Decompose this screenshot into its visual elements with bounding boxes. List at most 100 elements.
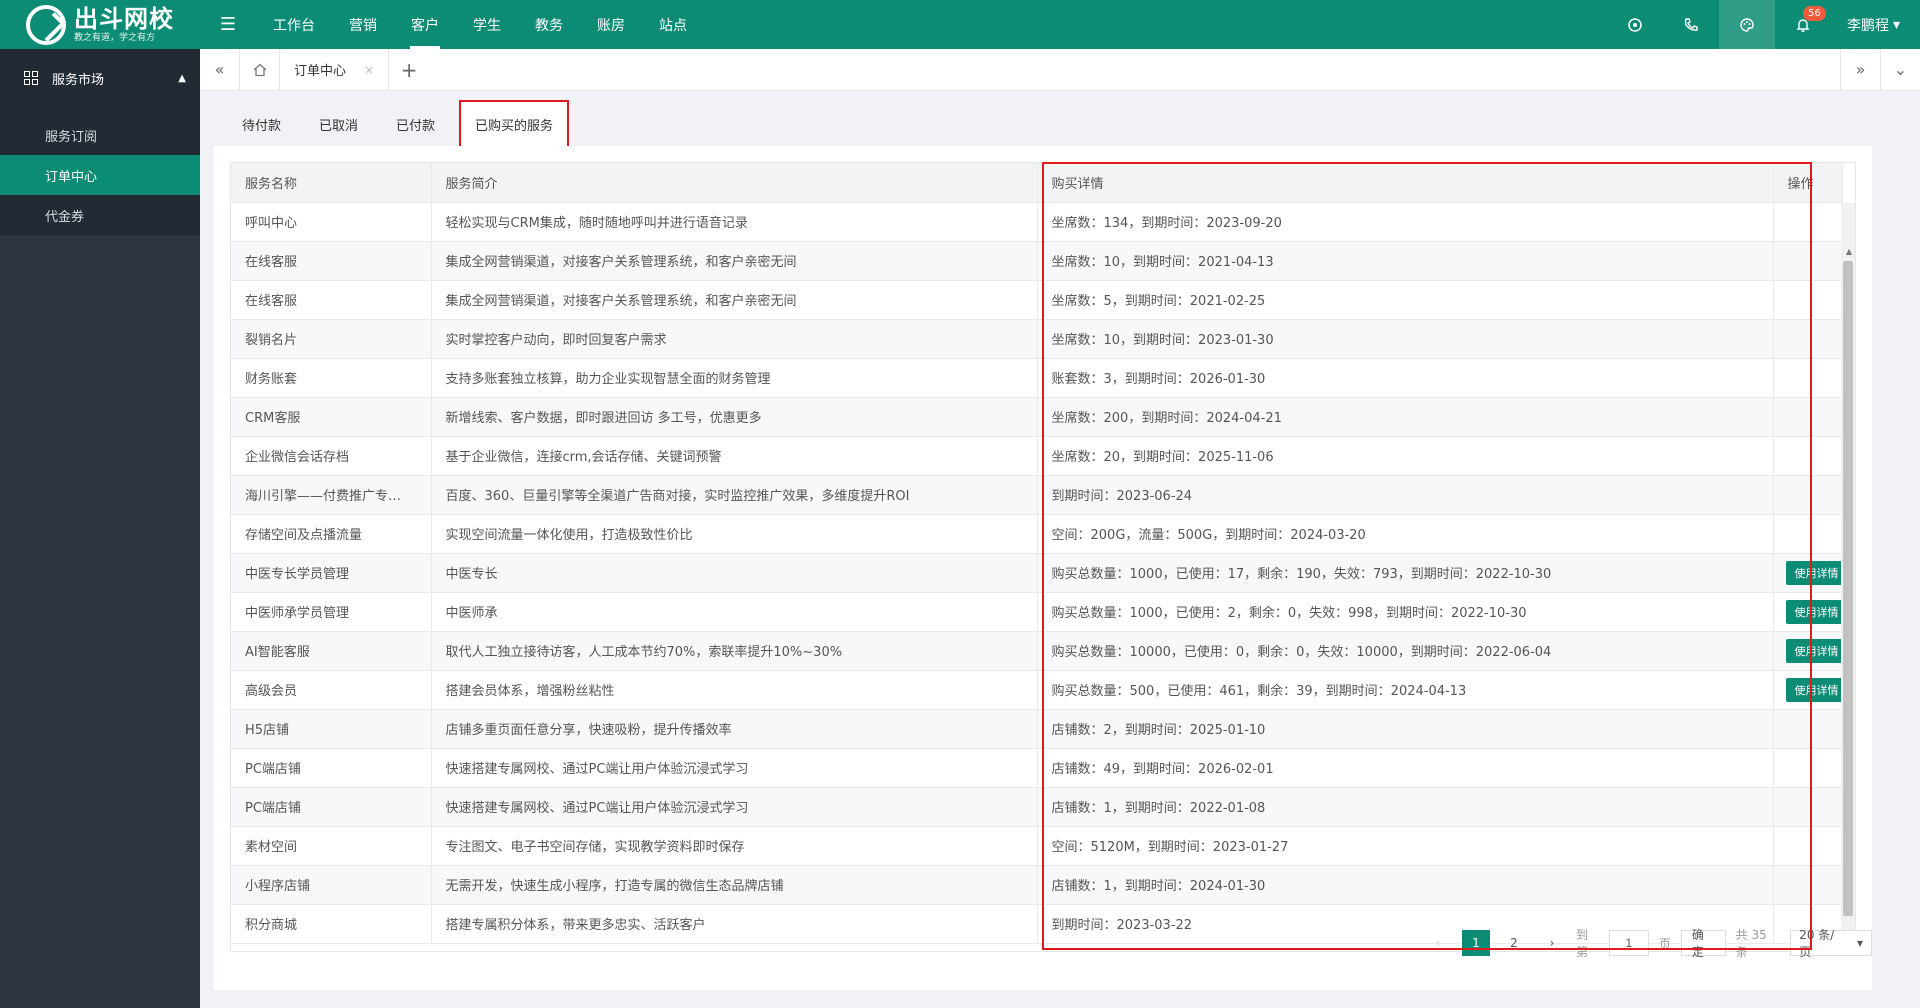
brand-logo[interactable]: 出斗网校 教之有道，学之有方 bbox=[0, 0, 200, 49]
cell-service-name: PC端店铺 bbox=[231, 787, 432, 827]
double-chevron-right-icon[interactable]: » bbox=[1840, 49, 1880, 90]
add-tab-icon[interactable]: + bbox=[389, 49, 429, 90]
cell-service-desc: 集成全网营销渠道，对接客户关系管理系统，和客户亲密无间 bbox=[431, 280, 1038, 320]
sidebar-item-vouchers[interactable]: 代金券 bbox=[0, 195, 200, 235]
tab-paid[interactable]: 已付款 bbox=[382, 105, 449, 143]
brand-title: 出斗网校 bbox=[74, 4, 174, 33]
table-row: H5店铺 店铺多重页面任意分享，快速吸粉，提升传播效率 店铺数：2，到期时间：202… bbox=[231, 709, 1843, 749]
chevron-down-icon[interactable]: ⌄ bbox=[1880, 49, 1920, 90]
sidebar-item-service-subscription[interactable]: 服务订阅 bbox=[0, 115, 200, 155]
nav-item-student[interactable]: 学生 bbox=[456, 0, 518, 49]
notification-badge: 56 bbox=[1802, 6, 1826, 21]
cell-purchase-detail: 店铺数：1，到期时间：2022-01-08 bbox=[1037, 787, 1774, 827]
cell-action bbox=[1773, 748, 1843, 788]
page-size-select[interactable]: 20 条/页 ▾ bbox=[1790, 928, 1873, 959]
goto-page-input[interactable] bbox=[1608, 930, 1649, 956]
main-content: 待付款 已取消 已付款 已购买的服务 服务名称 服务简介 购买详情 操作 呼叫中… bbox=[214, 92, 1920, 1008]
logo-icon bbox=[26, 4, 66, 45]
cell-service-name: H5店铺 bbox=[231, 709, 432, 749]
table-row: 素材空间 专注图文、电子书空间存储，实现教学资料即时保存 空间：5120M，到期时间… bbox=[231, 826, 1843, 866]
table-scrollbar[interactable]: ▲ ▼ bbox=[1841, 203, 1855, 951]
cell-service-name: 高级会员 bbox=[231, 670, 432, 710]
cell-purchase-detail: 坐席数：10，到期时间：2021-04-13 bbox=[1037, 241, 1774, 281]
cell-service-desc: 新增线索、客户数据，即时跟进回访 多工号，优惠更多 bbox=[431, 397, 1038, 437]
purchased-services-table: 服务名称 服务简介 购买详情 操作 呼叫中心 轻松实现与CRM集成，随时随地呼叫并… bbox=[230, 162, 1856, 952]
cell-action: 使用详情 bbox=[1773, 631, 1843, 671]
goto-label: 到第 bbox=[1576, 928, 1589, 959]
tab-purchased-services[interactable]: 已购买的服务 bbox=[459, 100, 570, 148]
table-row: 高级会员 搭建会员体系，增强粉丝粘性 购买总数量：500，已使用：461，剩余：39… bbox=[231, 670, 1843, 710]
phone-icon[interactable] bbox=[1663, 0, 1719, 49]
nav-item-site[interactable]: 站点 bbox=[642, 0, 704, 49]
column-header-purchase-detail: 购买详情 bbox=[1037, 163, 1774, 203]
usage-detail-button[interactable]: 使用详情 bbox=[1785, 677, 1841, 702]
page-2-button[interactable]: 2 bbox=[1500, 930, 1528, 956]
next-page-button[interactable]: › bbox=[1538, 930, 1566, 956]
palette-icon[interactable] bbox=[1718, 0, 1775, 49]
cell-service-desc: 取代人工独立接待访客，人工成本节约70%，索联率提升10%~30% bbox=[431, 631, 1038, 671]
cell-service-name: 中医专长学员管理 bbox=[231, 553, 432, 593]
column-header-service-name: 服务名称 bbox=[231, 163, 432, 203]
tab-order-center[interactable]: 订单中心 × bbox=[280, 49, 390, 90]
sidebar: 服务市场 ▲ 服务订阅 订单中心 代金券 bbox=[0, 49, 200, 1008]
column-header-action: 操作 bbox=[1773, 163, 1843, 203]
usage-detail-button[interactable]: 使用详情 bbox=[1785, 599, 1841, 624]
support-icon[interactable] bbox=[1607, 0, 1663, 49]
nav-item-customer[interactable]: 客户 bbox=[394, 0, 456, 49]
scrollbar-thumb[interactable] bbox=[1843, 261, 1853, 916]
usage-detail-button[interactable]: 使用详情 bbox=[1785, 638, 1841, 663]
cell-action bbox=[1773, 319, 1843, 359]
cell-action bbox=[1773, 826, 1843, 866]
goto-confirm-button[interactable]: 确定 bbox=[1680, 928, 1726, 959]
home-icon[interactable] bbox=[240, 49, 280, 90]
nav-item-marketing[interactable]: 营销 bbox=[332, 0, 394, 49]
cell-purchase-detail: 坐席数：10，到期时间：2023-01-30 bbox=[1037, 319, 1774, 359]
menu-icon[interactable]: ☰ bbox=[200, 14, 256, 35]
page-1-button[interactable]: 1 bbox=[1462, 930, 1490, 956]
cell-purchase-detail: 购买总数量：10000，已使用：0，剩余：0，失效：10000，到期时间：202… bbox=[1037, 631, 1774, 671]
table-row: 在线客服 集成全网营销渠道，对接客户关系管理系统，和客户亲密无间 坐席数：10，到期… bbox=[231, 241, 1843, 281]
cell-service-name: 呼叫中心 bbox=[231, 202, 432, 242]
scroll-up-icon[interactable]: ▲ bbox=[1846, 247, 1852, 256]
cell-action bbox=[1773, 241, 1843, 281]
sidebar-group-service-market[interactable]: 服务市场 ▲ bbox=[0, 49, 200, 107]
usage-detail-button[interactable]: 使用详情 bbox=[1785, 560, 1841, 585]
cell-service-name: 海川引擎——付费推广专… bbox=[231, 475, 432, 515]
close-icon[interactable]: × bbox=[364, 63, 374, 77]
double-chevron-left-icon[interactable]: « bbox=[200, 49, 240, 90]
cell-action: 使用详情 bbox=[1773, 592, 1843, 632]
cell-purchase-detail: 店铺数：1，到期时间：2024-01-30 bbox=[1037, 865, 1774, 905]
cell-service-desc: 专注图文、电子书空间存储，实现教学资料即时保存 bbox=[431, 826, 1038, 866]
cell-service-desc: 搭建会员体系，增强粉丝粘性 bbox=[431, 670, 1038, 710]
table-row: 小程序店铺 无需开发，快速生成小程序，打造专属的微信生态品牌店铺 店铺数：1，到期时… bbox=[231, 865, 1843, 905]
cell-purchase-detail: 空间：5120M，到期时间：2023-01-27 bbox=[1037, 826, 1774, 866]
cell-purchase-detail: 账套数：3，到期时间：2026-01-30 bbox=[1037, 358, 1774, 398]
cell-service-name: CRM客服 bbox=[231, 397, 432, 437]
cell-service-name: 财务账套 bbox=[231, 358, 432, 398]
cell-service-desc: 轻松实现与CRM集成，随时随地呼叫并进行语音记录 bbox=[431, 202, 1038, 242]
orders-panel: 服务名称 服务简介 购买详情 操作 呼叫中心 轻松实现与CRM集成，随时随地呼叫并… bbox=[214, 146, 1873, 990]
sidebar-item-order-center[interactable]: 订单中心 bbox=[0, 155, 200, 195]
user-menu[interactable]: 李鹏程 ▾ bbox=[1831, 15, 1920, 35]
prev-page-button[interactable]: ‹ bbox=[1424, 930, 1452, 956]
cell-service-desc: 无需开发，快速生成小程序，打造专属的微信生态品牌店铺 bbox=[431, 865, 1038, 905]
tab-pending-payment[interactable]: 待付款 bbox=[228, 105, 295, 143]
table-row: 中医师承学员管理 中医师承 购买总数量：1000，已使用：2，剩余：0，失效：998… bbox=[231, 592, 1843, 632]
cell-purchase-detail: 坐席数：20，到期时间：2025-11-06 bbox=[1037, 436, 1774, 476]
bell-icon[interactable]: 56 bbox=[1775, 0, 1831, 49]
nav-item-workbench[interactable]: 工作台 bbox=[256, 0, 332, 49]
cell-service-name: 在线客服 bbox=[231, 241, 432, 281]
cell-service-name: 中医师承学员管理 bbox=[231, 592, 432, 632]
nav-item-academic[interactable]: 教务 bbox=[518, 0, 580, 49]
cell-service-name: 裂销名片 bbox=[231, 319, 432, 359]
page-size-value: 20 条/页 bbox=[1799, 928, 1835, 959]
tab-cancelled[interactable]: 已取消 bbox=[305, 105, 372, 143]
cell-service-desc: 中医师承 bbox=[431, 592, 1038, 632]
cell-service-name: 小程序店铺 bbox=[231, 865, 432, 905]
table-row: 企业微信会话存档 基于企业微信，连接crm,会话存储、关键词预警 坐席数：20，到期… bbox=[231, 436, 1843, 476]
nav-item-accounts[interactable]: 账房 bbox=[580, 0, 642, 49]
cell-service-name: AI智能客服 bbox=[231, 631, 432, 671]
tab-label: 订单中心 bbox=[294, 64, 347, 79]
cell-service-desc: 快速搭建专属网校、通过PC端让用户体验沉浸式学习 bbox=[431, 748, 1038, 788]
table-row: AI智能客服 取代人工独立接待访客，人工成本节约70%，索联率提升10%~30% 购… bbox=[231, 631, 1843, 671]
